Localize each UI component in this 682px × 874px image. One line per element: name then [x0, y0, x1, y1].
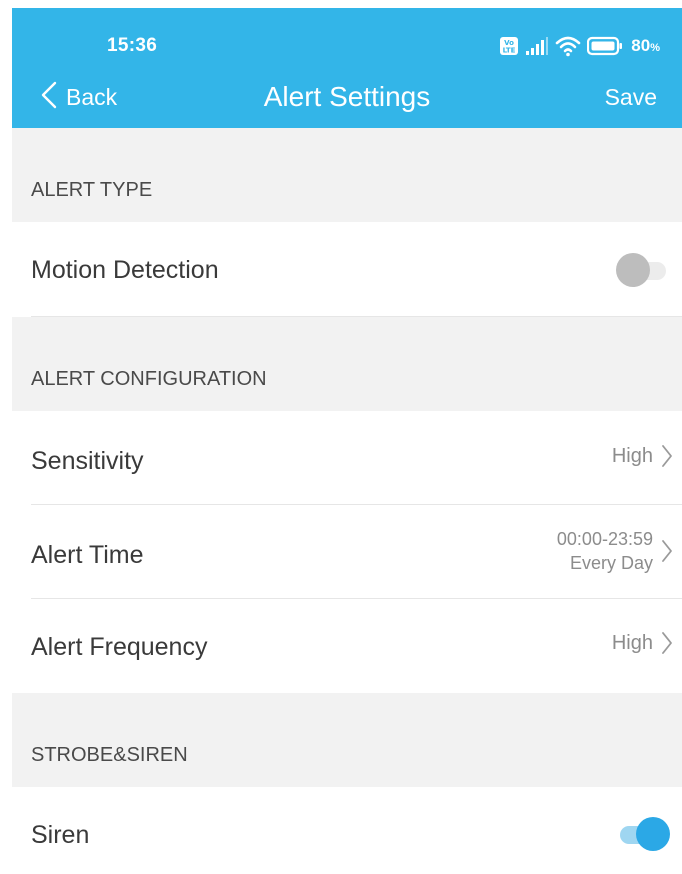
section-header-strobe-siren: STROBE&SIREN [12, 693, 682, 787]
status-icons: Vo LTE 80% [499, 34, 660, 58]
alert-time-range: 00:00-23:59 [556, 529, 653, 549]
back-button[interactable]: Back [40, 80, 117, 114]
chevron-right-icon [661, 444, 673, 468]
wifi-icon [555, 35, 581, 57]
alert-frequency-value: High [611, 631, 653, 654]
alert-frequency-label: Alert Frequency [31, 633, 208, 661]
section-title-alert-type: ALERT TYPE [31, 179, 153, 201]
row-sensitivity[interactable]: Sensitivity High [12, 411, 682, 505]
svg-text:LTE: LTE [503, 47, 516, 55]
row-motion-detection[interactable]: Motion Detection [12, 222, 682, 317]
siren-toggle[interactable] [616, 817, 670, 851]
app-header: 15:36 Vo LTE 80% Back Alert Settings Sav… [12, 8, 682, 128]
alert-time-value: 00:00-23:59 Every Day [557, 527, 653, 575]
status-time: 15:36 [107, 35, 158, 56]
chevron-right-icon [661, 539, 673, 563]
motion-detection-label: Motion Detection [31, 256, 219, 284]
app-screen: 15:36 Vo LTE 80% Back Alert Settings Sav… [12, 8, 682, 874]
sensitivity-value: High [611, 444, 653, 467]
battery-icon [587, 36, 623, 56]
row-alert-frequency[interactable]: Alert Frequency High [12, 599, 682, 693]
section-title-strobe-siren: STROBE&SIREN [31, 744, 188, 766]
row-siren[interactable]: Siren [12, 787, 682, 874]
back-label: Back [66, 83, 118, 110]
motion-detection-toggle[interactable] [616, 253, 670, 287]
section-title-alert-configuration: ALERT CONFIGURATION [31, 368, 267, 390]
toggle-knob [636, 817, 670, 851]
battery-percent: 80% [631, 36, 660, 56]
alert-time-repeat: Every Day [569, 553, 653, 573]
save-button[interactable]: Save [605, 84, 657, 111]
battery-percent-value: 80 [631, 36, 651, 55]
volte-icon: Vo LTE [499, 36, 519, 56]
row-alert-time[interactable]: Alert Time 00:00-23:59 Every Day [12, 505, 682, 599]
chevron-left-icon [40, 81, 58, 114]
siren-label: Siren [31, 821, 90, 849]
section-header-alert-type: ALERT TYPE [12, 128, 682, 222]
battery-percent-unit: % [650, 42, 660, 54]
alert-frequency-value-group: High [612, 631, 673, 655]
sensitivity-value-group: High [612, 444, 673, 468]
toggle-knob [616, 253, 650, 287]
chevron-right-icon [661, 631, 673, 655]
section-header-alert-configuration: ALERT CONFIGURATION [12, 317, 682, 411]
alert-time-value-group: 00:00-23:59 Every Day [557, 527, 673, 575]
sensitivity-label: Sensitivity [31, 447, 144, 475]
alert-time-label: Alert Time [31, 541, 144, 569]
signal-icon [525, 36, 549, 56]
